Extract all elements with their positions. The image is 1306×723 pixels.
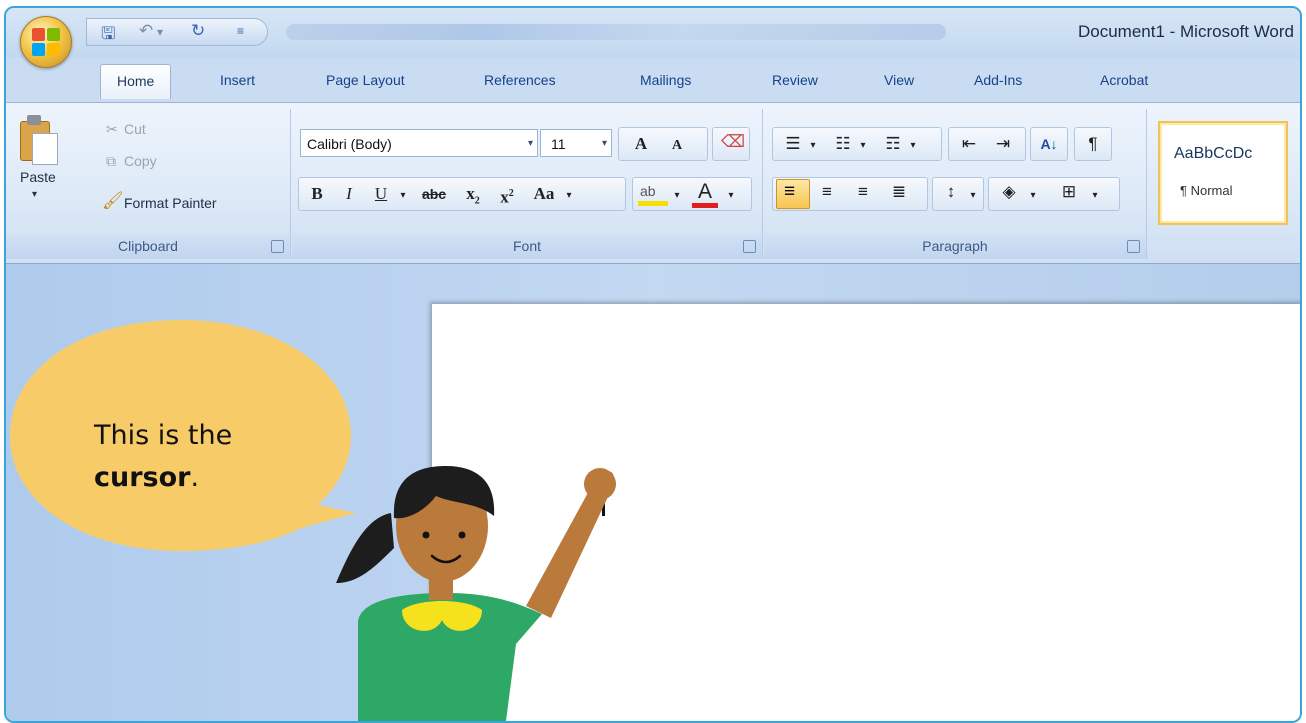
callout-bold-word: cursor: [94, 462, 191, 493]
girl-hair-ponytail: [336, 513, 394, 583]
girl-eye-right: [458, 531, 466, 539]
callout-line-1: This is the: [94, 420, 233, 451]
girl-illustration: [336, 466, 616, 721]
callout-period: .: [190, 462, 200, 493]
illustration-layer: [10, 320, 616, 721]
office-button[interactable]: [20, 16, 72, 68]
office-logo-icon: [32, 28, 60, 56]
girl-eye-left: [422, 531, 430, 539]
callout-text: This is the cursor.: [94, 415, 232, 499]
callout-line-2: cursor.: [94, 457, 232, 499]
word-window: 🖫 ↶ ▾ ↻ ≡ Document1 - Microsoft Word Hom…: [4, 6, 1302, 723]
